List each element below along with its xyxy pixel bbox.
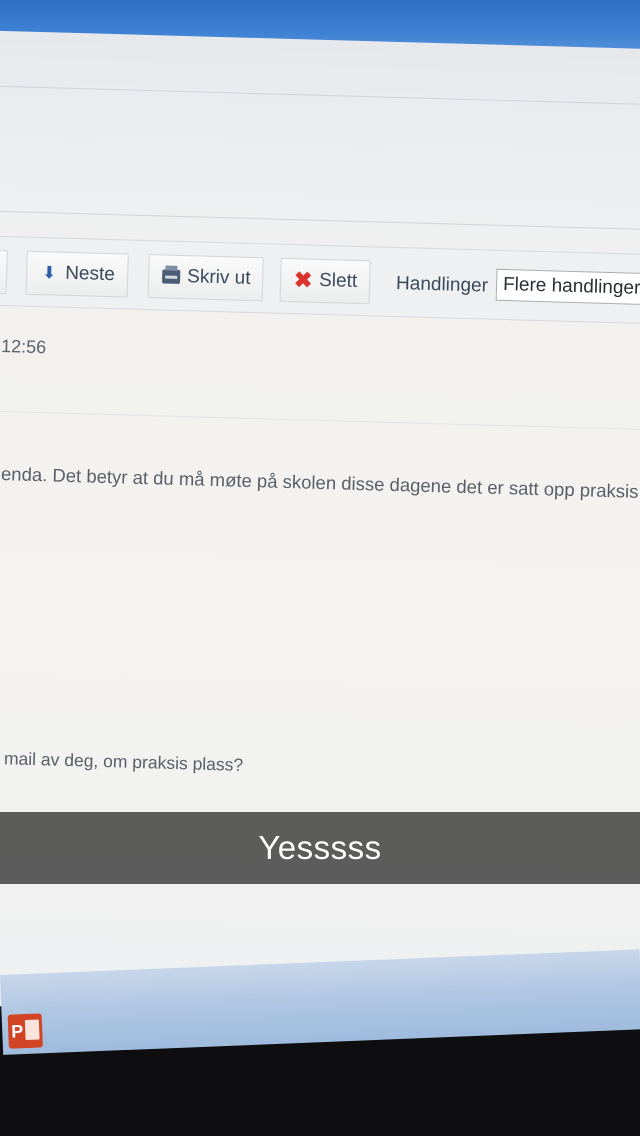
actions-select[interactable]: Flere handlinger [495,268,640,306]
message-date: 3 12:56 [0,335,47,358]
next-button[interactable]: ⬇ Neste [25,250,129,298]
delete-button[interactable]: ✖ Slett [279,257,371,305]
next-label: Neste [64,262,116,286]
message-body-line: n enda. Det betyr at du må møte på skole… [0,462,639,502]
header-divider [0,209,640,232]
printer-icon [161,266,182,287]
snap-caption: Yesssss [0,812,640,884]
delete-x-icon: ✖ [293,267,313,293]
print-label: Skriv ut [186,266,251,289]
message-toolbar: d ⬇ Neste Skriv ut ✖ Slett Handlinger Fl… [0,234,640,325]
caption-text: Yesssss [258,829,382,866]
delete-label: Slett [318,269,358,292]
previous-button[interactable]: d [0,248,8,295]
print-button[interactable]: Skriv ut [147,254,265,302]
arrow-down-icon: ⬇ [41,263,57,283]
actions-label: Handlinger [395,273,489,297]
powerpoint-icon[interactable]: P [7,1013,43,1049]
message-header-divider [0,409,640,431]
message-body-line: en mail av deg, om praksis plass? [0,747,244,775]
window-chrome-divider [0,84,640,107]
powerpoint-letter: P [10,1020,24,1042]
